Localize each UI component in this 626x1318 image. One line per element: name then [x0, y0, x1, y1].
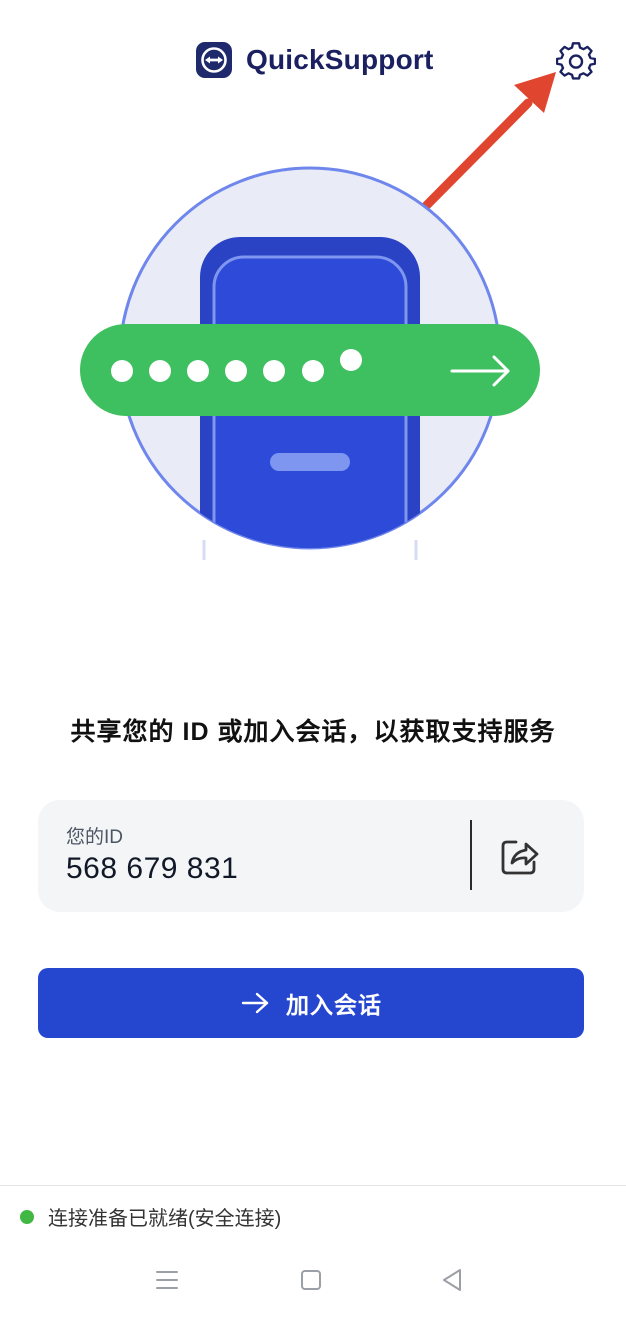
menu-icon[interactable] [154, 1268, 180, 1292]
status-text: 连接准备已就绪(安全连接) [48, 1208, 282, 1230]
divider [470, 820, 472, 890]
share-icon[interactable] [496, 832, 544, 880]
id-card: 您的ID 568 679 831 [38, 800, 584, 912]
connection-status: 连接准备已就绪(安全连接) [20, 1202, 281, 1231]
join-session-button[interactable]: 加入会话 [38, 968, 584, 1038]
id-value: 568 679 831 [66, 852, 239, 885]
hero-illustration [80, 166, 540, 560]
brand: QuickSupport [196, 42, 434, 78]
status-divider [0, 1185, 626, 1186]
arrow-right-icon [241, 992, 269, 1014]
teamviewer-logo-icon [196, 42, 232, 78]
support-prompt: 共享您的 ID 或加入会话，以获取支持服务 [70, 718, 556, 746]
back-icon[interactable] [440, 1267, 464, 1293]
app-header: QuickSupport [0, 0, 626, 120]
home-icon[interactable] [299, 1268, 323, 1292]
status-dot-icon [20, 1209, 34, 1224]
gear-icon[interactable] [555, 42, 597, 82]
id-label: 您的ID [66, 827, 124, 848]
join-session-label: 加入会话 [286, 992, 382, 1018]
app-name: QuickSupport [246, 44, 434, 75]
system-nav-bar [0, 1258, 626, 1308]
